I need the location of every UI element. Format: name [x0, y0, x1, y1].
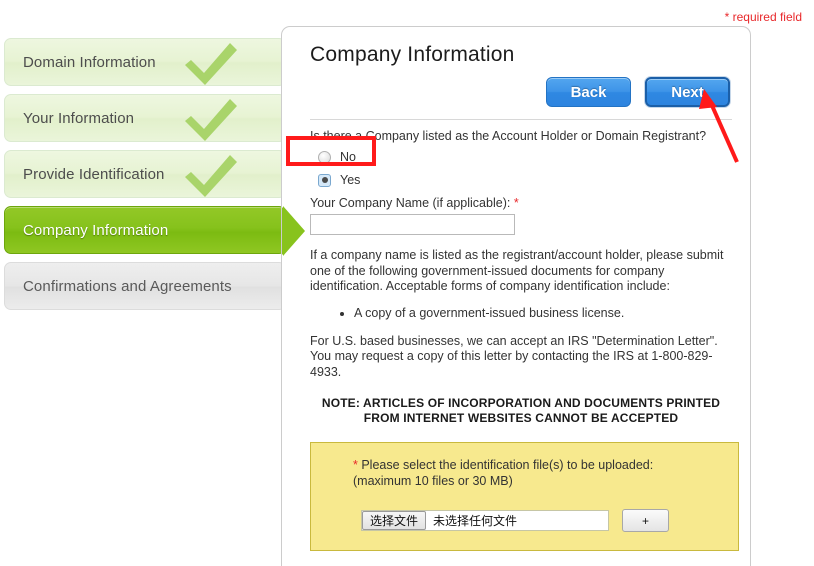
company-name-label: Your Company Name (if applicable): *: [310, 196, 732, 210]
radio-label-yes: Yes: [340, 173, 361, 187]
sidebar-item-domain-information[interactable]: Domain Information: [4, 38, 286, 86]
sidebar-item-company-information[interactable]: Company Information: [4, 206, 305, 256]
content-panel: Company Information Back Next Is there a…: [281, 26, 751, 566]
file-upload-box: * Please select the identification file(…: [310, 442, 739, 551]
identification-instructions-paragraph: If a company name is listed as the regis…: [310, 248, 724, 293]
radio-option-no[interactable]: No: [310, 150, 732, 164]
list-item: A copy of a government-issued business l…: [354, 305, 732, 321]
wizard-step-list: Domain Information Your Information Prov…: [4, 38, 305, 318]
note-line-2: FROM INTERNET WEBSITES CANNOT BE ACCEPTE…: [363, 411, 679, 425]
sidebar-item-label: Provide Identification: [23, 165, 165, 183]
add-file-button[interactable]: +: [622, 509, 669, 532]
upload-instruction-line-1: Please select the identification file(s)…: [357, 458, 654, 472]
file-status-text: 未选择任何文件: [433, 514, 518, 528]
sidebar-item-your-information[interactable]: Your Information: [4, 94, 286, 142]
sidebar-item-label: Your Information: [23, 109, 135, 127]
file-input[interactable]: 选择文件 未选择任何文件: [361, 510, 609, 531]
sidebar-item-label: Confirmations and Agreements: [23, 277, 232, 295]
next-button[interactable]: Next: [645, 77, 730, 107]
radio-button-yes[interactable]: [318, 173, 331, 187]
upload-instruction-line-2: (maximum 10 files or 30 MB): [353, 474, 513, 488]
company-name-label-text: Your Company Name (if applicable):: [310, 196, 514, 210]
sidebar-item-label: Domain Information: [23, 53, 156, 71]
required-field-note: * required field: [724, 10, 802, 24]
back-button[interactable]: Back: [546, 77, 631, 107]
company-name-input[interactable]: [310, 214, 515, 235]
radio-label-no: No: [340, 150, 356, 164]
check-icon: [185, 40, 237, 86]
acceptable-documents-list: A copy of a government-issued business l…: [310, 305, 732, 321]
upload-instruction: * Please select the identification file(…: [353, 457, 720, 489]
radio-button-no[interactable]: [318, 150, 331, 164]
sidebar-item-confirmations-and-agreements[interactable]: Confirmations and Agreements: [4, 262, 286, 310]
note-line-1: NOTE: ARTICLES OF INCORPORATION AND DOCU…: [321, 396, 721, 410]
sidebar-item-provide-identification[interactable]: Provide Identification: [4, 150, 286, 198]
company-question-label: Is there a Company listed as the Account…: [310, 129, 707, 143]
sidebar-item-label: Company Information: [23, 221, 169, 239]
choose-file-button[interactable]: 选择文件: [362, 511, 427, 530]
radio-option-yes[interactable]: Yes: [310, 173, 732, 187]
required-asterisk: *: [513, 196, 519, 210]
check-icon: [185, 96, 237, 142]
current-step-arrow-icon: [282, 206, 305, 256]
note-warning: NOTE: ARTICLES OF INCORPORATION AND DOCU…: [316, 396, 726, 426]
file-select-row: 选择文件 未选择任何文件 +: [361, 509, 720, 532]
header-divider: [310, 119, 732, 120]
irs-letter-paragraph: For U.S. based businesses, we can accept…: [310, 333, 718, 379]
navigation-buttons: Back Next: [310, 77, 732, 107]
check-icon: [185, 152, 237, 198]
page-title: Company Information: [310, 43, 515, 66]
